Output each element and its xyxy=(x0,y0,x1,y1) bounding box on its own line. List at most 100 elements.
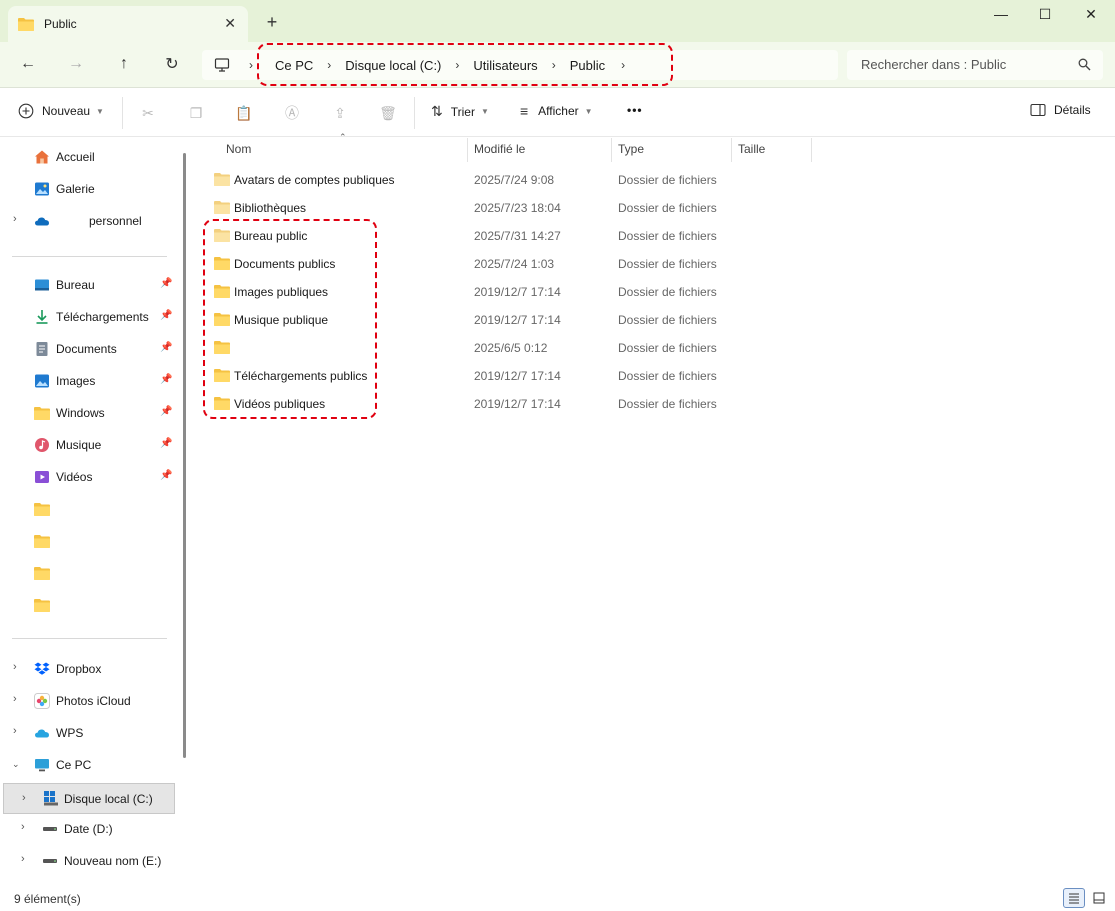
desktop-icon xyxy=(35,279,49,291)
file-modified: 2025/6/5 0:12 xyxy=(474,341,548,355)
close-window-button[interactable]: ✕ xyxy=(1076,6,1106,26)
breadcrumb-separator[interactable]: › xyxy=(552,58,556,72)
sidebar-item-label: personnel xyxy=(89,214,142,228)
sort-ascending-icon: ⌃ xyxy=(339,132,347,142)
breadcrumb-item-public[interactable]: Public xyxy=(570,58,605,73)
breadcrumb-item-utilisateurs[interactable]: Utilisateurs xyxy=(473,58,537,73)
sidebar-item-photos-icloud[interactable]: › Photos iCloud xyxy=(0,687,176,715)
tab-public[interactable]: Public ✕ xyxy=(8,6,248,42)
paste-icon[interactable]: 📋 xyxy=(234,103,254,123)
breadcrumb-separator[interactable]: › xyxy=(455,58,459,72)
sort-button[interactable]: ⇅ Trier ▼ xyxy=(431,103,489,120)
images-icon xyxy=(35,374,49,388)
column-header-size[interactable]: Taille xyxy=(738,138,765,162)
new-button[interactable]: Nouveau ▼ xyxy=(18,103,104,119)
sidebar-scrollbar[interactable] xyxy=(183,153,186,758)
drive-icon xyxy=(43,827,57,831)
sidebar-item-folder[interactable] xyxy=(0,527,176,555)
sidebar-item-galerie[interactable]: Galerie xyxy=(0,175,176,203)
file-row[interactable]: Avatars de comptes publiques 2025/7/24 9:… xyxy=(191,166,891,194)
tiles-view-button[interactable] xyxy=(1088,888,1110,908)
breadcrumb: Ce PC › Disque local (C:) › Utilisateurs… xyxy=(250,50,639,80)
folder-icon xyxy=(34,503,50,516)
command-bar: Nouveau ▼ ✂ ❐ 📋 Ⓐ ⇪ 🗑 ⇅ Trier ▼ ≡ Affich… xyxy=(0,89,1115,137)
file-row[interactable]: Images publiques 2019/12/7 17:14 Dossier d… xyxy=(191,278,891,306)
breadcrumb-separator[interactable]: › xyxy=(327,58,331,72)
search-placeholder: Rechercher dans : Public xyxy=(861,57,1007,72)
sidebar-item-windows[interactable]: Windows 📌 xyxy=(0,399,176,427)
chevron-right-icon[interactable]: › xyxy=(22,792,26,804)
sidebar-item-folder[interactable] xyxy=(0,495,176,523)
sidebar-item-dropbox[interactable]: › Dropbox xyxy=(0,655,176,683)
sidebar-item-nouveau-nom-e[interactable]: › Nouveau nom (E:) xyxy=(0,847,176,875)
chevron-down-icon[interactable]: ⌄ xyxy=(12,759,20,770)
icloud-photos-icon xyxy=(34,693,50,709)
column-divider xyxy=(611,138,612,162)
chevron-right-icon[interactable]: › xyxy=(13,661,17,673)
file-row[interactable]: 2025/6/5 0:12 Dossier de fichiers xyxy=(191,334,891,362)
sidebar-item-date-d[interactable]: › Date (D:) xyxy=(0,815,176,843)
sidebar-item-label: Date (D:) xyxy=(64,822,113,836)
address-bar[interactable]: › Ce PC › Disque local (C:) › Utilisateu… xyxy=(202,50,838,80)
sidebar-item-folder[interactable] xyxy=(0,559,176,587)
sidebar-item-telechargements[interactable]: Téléchargements 📌 xyxy=(0,303,176,331)
file-name: Bibliothèques xyxy=(234,201,307,215)
pin-icon: 📌 xyxy=(160,438,173,449)
sidebar-item-label: Images xyxy=(56,374,96,388)
copy-icon[interactable]: ❐ xyxy=(186,103,206,123)
sidebar-item-ce-pc[interactable]: ⌄ Ce PC xyxy=(0,751,176,779)
details-view-button[interactable] xyxy=(1063,888,1085,908)
file-row[interactable]: Bureau public 2025/7/31 14:27 Dossier de f… xyxy=(191,222,891,250)
folder-icon xyxy=(214,229,230,242)
delete-icon[interactable]: 🗑 xyxy=(378,103,398,123)
tab-close-icon[interactable]: ✕ xyxy=(224,15,236,32)
sidebar-item-documents[interactable]: Documents 📌 xyxy=(0,335,176,363)
plus-circle-icon xyxy=(18,103,34,119)
breadcrumb-item-ce-pc[interactable]: Ce PC xyxy=(275,58,313,73)
column-header-type[interactable]: Type xyxy=(618,138,644,162)
up-button[interactable]: ↑ xyxy=(110,52,138,76)
view-button[interactable]: ≡ Afficher ▼ xyxy=(520,103,593,119)
sidebar-item-images[interactable]: Images 📌 xyxy=(0,367,176,395)
file-row[interactable]: Vidéos publiques 2019/12/7 17:14 Dossier d… xyxy=(191,390,891,418)
breadcrumb-separator[interactable]: › xyxy=(621,58,625,72)
divider xyxy=(122,97,123,129)
sidebar-item-musique[interactable]: Musique 📌 xyxy=(0,431,176,459)
sidebar-item-label: Bureau xyxy=(56,278,95,292)
chevron-right-icon[interactable]: › xyxy=(13,725,17,737)
folder-icon xyxy=(214,285,230,298)
chevron-right-icon[interactable]: › xyxy=(21,821,25,833)
file-row[interactable]: Bibliothèques 2025/7/23 18:04 Dossier de f… xyxy=(191,194,891,222)
chevron-right-icon[interactable]: › xyxy=(13,213,17,225)
details-button[interactable]: Détails xyxy=(1030,103,1091,117)
search-input[interactable]: Rechercher dans : Public xyxy=(847,50,1103,80)
file-modified: 2019/12/7 17:14 xyxy=(474,313,561,327)
column-header-modified[interactable]: Modifié le xyxy=(474,138,525,162)
documents-icon xyxy=(36,342,48,356)
forward-button[interactable]: → xyxy=(62,52,90,76)
maximize-button[interactable]: ☐ xyxy=(1030,6,1060,26)
more-button[interactable]: ••• xyxy=(627,103,643,117)
sidebar-item-folder[interactable] xyxy=(0,591,176,619)
file-row[interactable]: Documents publics 2025/7/24 1:03 Dossier d… xyxy=(191,250,891,278)
minimize-button[interactable]: — xyxy=(986,6,1016,26)
breadcrumb-item-disque-local[interactable]: Disque local (C:) xyxy=(345,58,441,73)
sidebar-item-bureau[interactable]: Bureau 📌 xyxy=(0,271,176,299)
sidebar-item-videos[interactable]: Vidéos 📌 xyxy=(0,463,176,491)
sidebar-item-onedrive[interactable]: › personnel xyxy=(0,207,176,235)
file-row[interactable]: Musique publique 2019/12/7 17:14 Dossier d… xyxy=(191,306,891,334)
back-button[interactable]: ← xyxy=(14,52,42,76)
rename-icon[interactable]: Ⓐ xyxy=(282,103,302,123)
refresh-button[interactable]: ↻ xyxy=(158,52,186,76)
sidebar-item-disque-local-c[interactable]: › Disque local (C:) xyxy=(3,783,175,814)
file-row[interactable]: Téléchargements publics 2019/12/7 17:14 Do… xyxy=(191,362,891,390)
cut-icon[interactable]: ✂ xyxy=(138,103,158,123)
chevron-right-icon[interactable]: › xyxy=(13,693,17,705)
sidebar-item-accueil[interactable]: Accueil xyxy=(0,143,176,171)
share-icon[interactable]: ⇪ xyxy=(330,103,350,123)
sidebar-item-wps[interactable]: › WPS xyxy=(0,719,176,747)
new-tab-button[interactable]: + xyxy=(262,12,282,33)
details-pane-icon xyxy=(1030,103,1046,117)
column-header-name[interactable]: Nom xyxy=(226,138,251,162)
chevron-right-icon[interactable]: › xyxy=(21,853,25,865)
